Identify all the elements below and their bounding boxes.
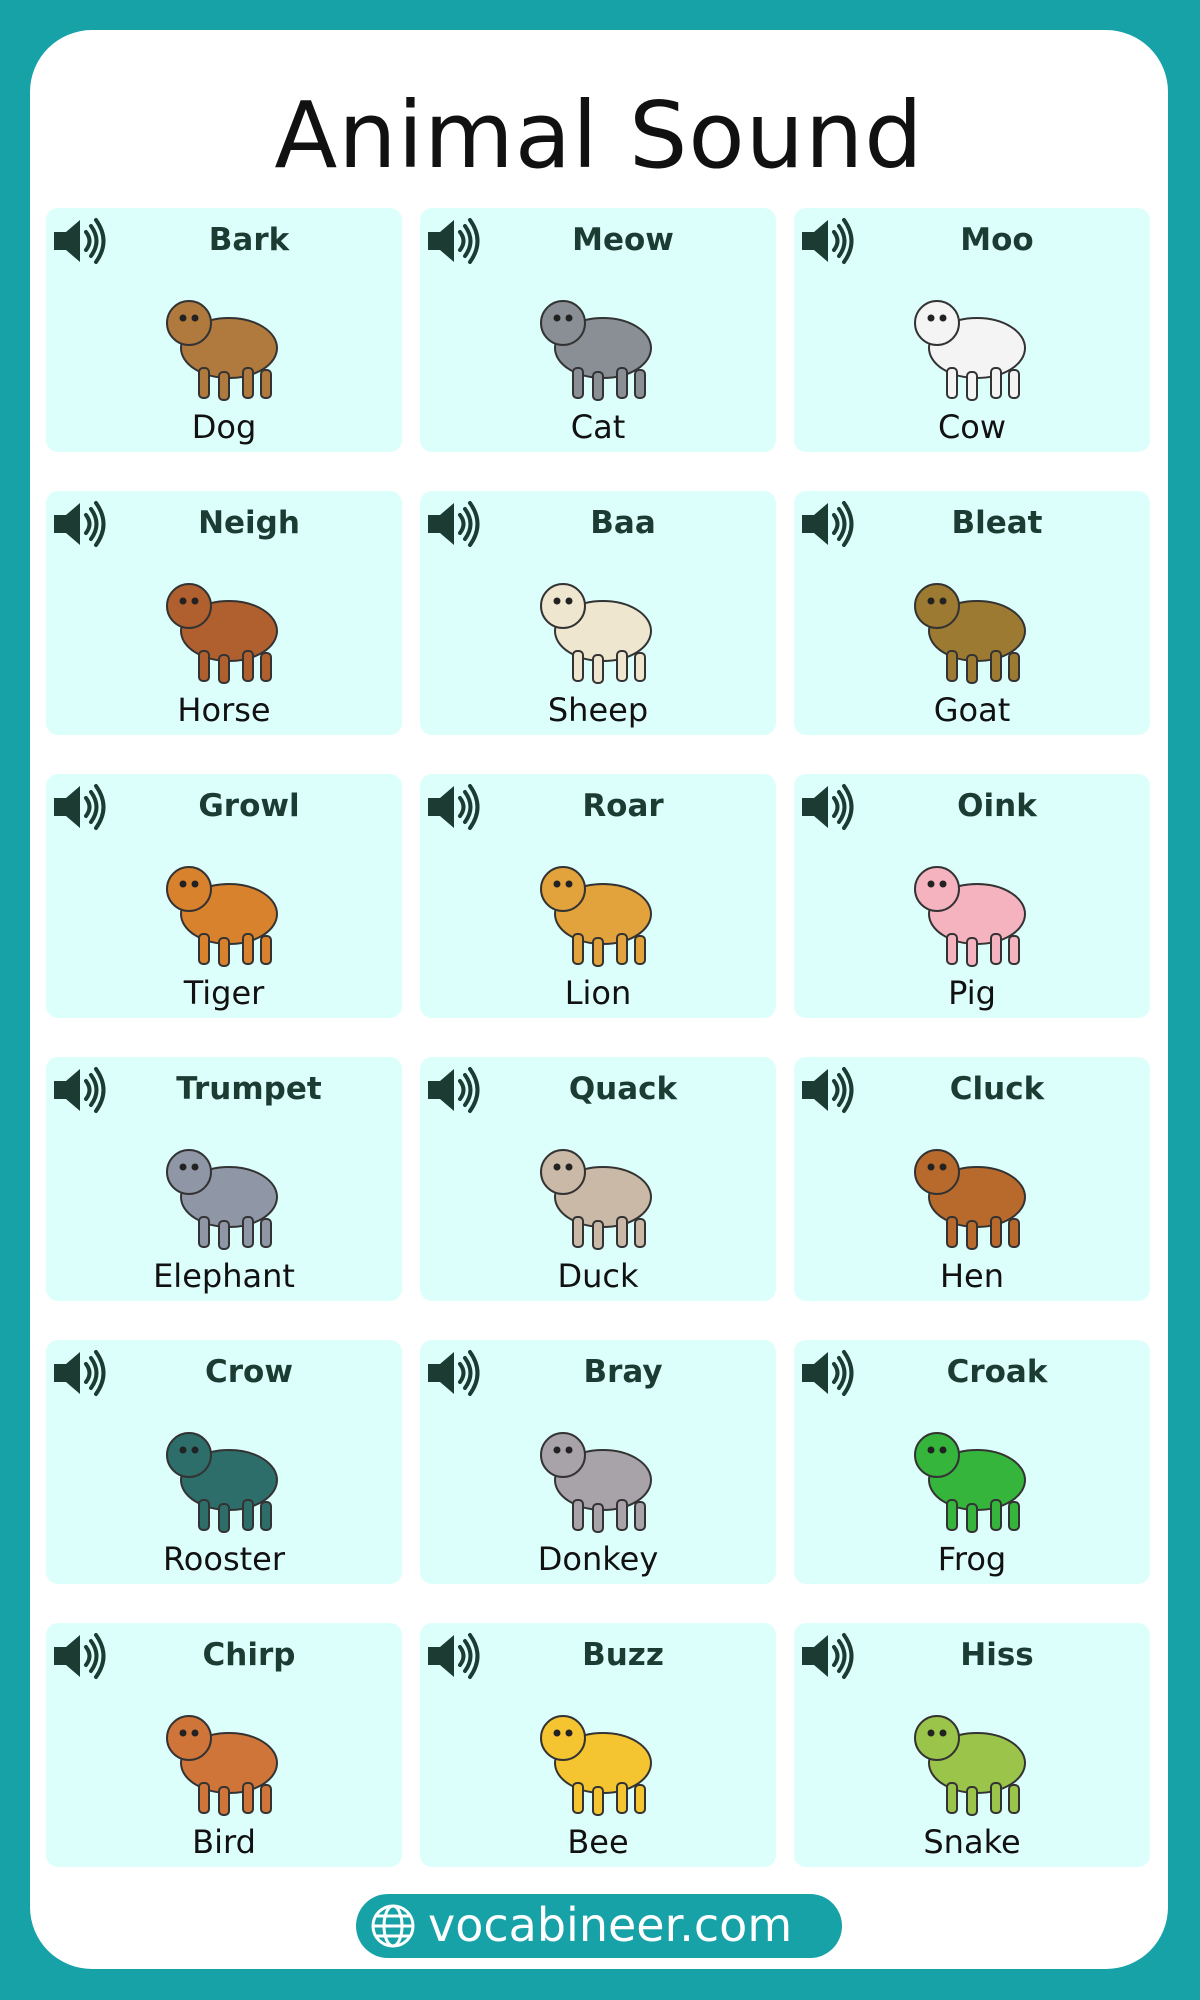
animal-name: Bee — [567, 1823, 629, 1861]
animal-name: Duck — [557, 1257, 639, 1295]
animal-card-cow: Moo Cow — [794, 208, 1150, 452]
animal-name: Frog — [937, 1540, 1007, 1578]
duck-illustration — [523, 1117, 673, 1257]
pig-illustration — [897, 834, 1047, 974]
animal-card-lion: Roar Lion — [420, 774, 776, 1018]
globe-icon — [371, 1904, 415, 1948]
animal-card-goat: Bleat Goat — [794, 491, 1150, 735]
sound-label: Oink — [957, 788, 1037, 824]
speaker-icon[interactable] — [50, 495, 112, 553]
animal-name: Goat — [933, 691, 1011, 729]
sound-label: Meow — [572, 222, 674, 258]
dog-illustration — [149, 268, 299, 408]
speaker-icon[interactable] — [50, 1344, 112, 1402]
speaker-icon[interactable] — [50, 1627, 112, 1685]
bee-illustration — [523, 1683, 673, 1823]
animal-card-horse: Neigh Horse — [46, 491, 402, 735]
sound-label: Croak — [946, 1354, 1048, 1390]
speaker-icon[interactable] — [50, 212, 112, 270]
animal-card-hen: Cluck Hen — [794, 1057, 1150, 1301]
rooster-illustration — [149, 1400, 299, 1540]
frog-illustration — [897, 1400, 1047, 1540]
sound-label: Bleat — [951, 505, 1043, 541]
animal-card-bird: Chirp Bird — [46, 1623, 402, 1867]
animal-name: Dog — [191, 408, 257, 446]
speaker-icon[interactable] — [798, 1344, 860, 1402]
speaker-icon[interactable] — [424, 1627, 486, 1685]
bird-illustration — [149, 1683, 299, 1823]
animal-card-snake: Hiss Snake — [794, 1623, 1150, 1867]
animal-card-dog: Bark Dog — [46, 208, 402, 452]
goat-illustration — [897, 551, 1047, 691]
sound-label: Chirp — [202, 1637, 296, 1673]
sound-label: Neigh — [198, 505, 300, 541]
animal-name: Donkey — [537, 1540, 659, 1578]
cow-illustration — [897, 268, 1047, 408]
sound-label: Growl — [198, 788, 300, 824]
animal-card-cat: Meow Cat — [420, 208, 776, 452]
animal-name: Snake — [923, 1823, 1021, 1861]
animal-name: Tiger — [183, 974, 265, 1012]
animal-card-frog: Croak Frog — [794, 1340, 1150, 1584]
hen-illustration — [897, 1117, 1047, 1257]
sound-label: Baa — [590, 505, 656, 541]
donkey-illustration — [523, 1400, 673, 1540]
speaker-icon[interactable] — [798, 212, 860, 270]
animal-card-sheep: Baa Sheep — [420, 491, 776, 735]
animal-card-rooster: Crow Rooster — [46, 1340, 402, 1584]
cat-illustration — [523, 268, 673, 408]
speaker-icon[interactable] — [798, 1627, 860, 1685]
sound-label: Quack — [568, 1071, 678, 1107]
animal-name: Cow — [937, 408, 1007, 446]
speaker-icon[interactable] — [50, 1061, 112, 1119]
lion-illustration — [523, 834, 673, 974]
animal-name: Hen — [939, 1257, 1005, 1295]
animal-name: Sheep — [547, 691, 649, 729]
animal-name: Bird — [192, 1823, 256, 1861]
sound-label: Crow — [205, 1354, 293, 1390]
animal-name: Horse — [177, 691, 271, 729]
animal-card-tiger: Growl Tiger — [46, 774, 402, 1018]
speaker-icon[interactable] — [424, 1344, 486, 1402]
sound-label: Moo — [960, 222, 1034, 258]
animal-card-duck: Quack Duck — [420, 1057, 776, 1301]
tiger-illustration — [149, 834, 299, 974]
speaker-icon[interactable] — [50, 778, 112, 836]
website-badge[interactable]: vocabineer.com — [356, 1894, 842, 1958]
speaker-icon[interactable] — [798, 495, 860, 553]
sheep-illustration — [523, 551, 673, 691]
sound-label: Roar — [582, 788, 664, 824]
sound-label: Hiss — [960, 1637, 1034, 1673]
animal-card-bee: Buzz Bee — [420, 1623, 776, 1867]
sound-label: Buzz — [582, 1637, 664, 1673]
animal-name: Rooster — [162, 1540, 285, 1578]
speaker-icon[interactable] — [424, 1061, 486, 1119]
animal-name: Elephant — [153, 1257, 295, 1295]
animal-name: Cat — [570, 408, 626, 446]
speaker-icon[interactable] — [424, 495, 486, 553]
sound-label: Cluck — [949, 1071, 1045, 1107]
snake-illustration — [897, 1683, 1047, 1823]
speaker-icon[interactable] — [798, 778, 860, 836]
sound-label: Bark — [208, 222, 290, 258]
page-title: Animal Sound — [274, 82, 924, 189]
speaker-icon[interactable] — [798, 1061, 860, 1119]
animal-name: Pig — [948, 974, 996, 1012]
sound-label: Bray — [583, 1354, 663, 1390]
speaker-icon[interactable] — [424, 212, 486, 270]
elephant-illustration — [149, 1117, 299, 1257]
animal-card-donkey: Bray Donkey — [420, 1340, 776, 1584]
website-url[interactable]: vocabineer.com — [428, 1898, 792, 1952]
sound-label: Trumpet — [176, 1071, 322, 1107]
poster-sheet: Animal Sound Bark Dog Meow Cat Moo Cow N… — [30, 30, 1168, 1969]
animal-card-elephant: Trumpet Elephant — [46, 1057, 402, 1301]
animal-card-pig: Oink Pig — [794, 774, 1150, 1018]
animal-name: Lion — [564, 974, 632, 1012]
speaker-icon[interactable] — [424, 778, 486, 836]
horse-illustration — [149, 551, 299, 691]
